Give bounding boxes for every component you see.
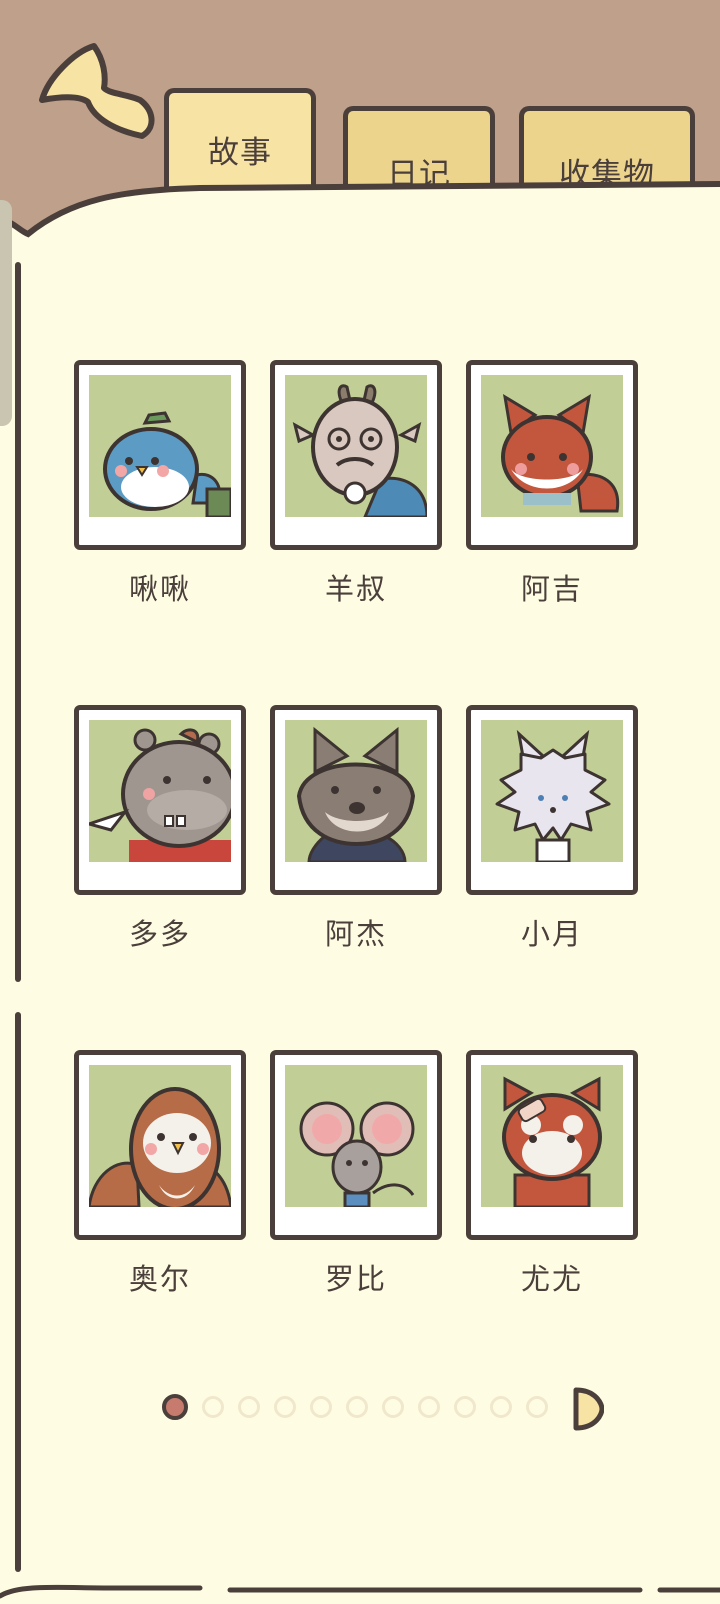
photo-frame <box>466 1050 638 1240</box>
page-dot[interactable] <box>490 1396 512 1418</box>
left-scroll-tab[interactable] <box>0 200 12 426</box>
character-name: 罗比 <box>324 1262 387 1296</box>
photo-frame <box>74 360 246 550</box>
character-name: 多多 <box>128 917 191 951</box>
character-card[interactable]: 阿吉 <box>466 360 638 608</box>
page-dot[interactable] <box>526 1396 548 1418</box>
photo-frame <box>74 705 246 895</box>
character-card[interactable]: 奥尔 <box>74 1050 246 1298</box>
photo-frame <box>270 705 442 895</box>
tab-story-label: 故事 <box>208 135 272 171</box>
character-card[interactable]: 羊叔 <box>270 360 442 608</box>
page-dot[interactable] <box>310 1396 332 1418</box>
photo-frame <box>466 705 638 895</box>
photo-frame <box>74 1050 246 1240</box>
character-name: 啾啾 <box>128 572 191 606</box>
tab-story[interactable]: 故事 <box>164 88 316 198</box>
tab-diary[interactable]: 日记 <box>343 106 495 196</box>
character-card[interactable]: 尤尤 <box>466 1050 638 1298</box>
character-card[interactable]: 罗比 <box>270 1050 442 1298</box>
white-dog-icon <box>481 720 623 862</box>
photo-frame <box>466 360 638 550</box>
owl-icon <box>89 1065 231 1207</box>
character-name: 阿吉 <box>520 572 583 606</box>
wolf-icon <box>285 720 427 862</box>
blue-bird-icon <box>89 375 231 517</box>
page-spine-line <box>15 1012 21 1572</box>
page-indicator <box>162 1392 562 1422</box>
character-name: 尤尤 <box>520 1262 583 1296</box>
character-name: 羊叔 <box>324 572 387 606</box>
page-dot[interactable] <box>202 1396 224 1418</box>
fox-icon <box>481 375 623 517</box>
page-dot[interactable] <box>274 1396 296 1418</box>
page-dot[interactable] <box>454 1396 476 1418</box>
page-dot-active[interactable] <box>162 1394 188 1420</box>
back-arrow-icon[interactable] <box>34 38 162 150</box>
page-dot[interactable] <box>346 1396 368 1418</box>
character-card[interactable]: 小月 <box>466 705 638 953</box>
character-card[interactable]: 阿杰 <box>270 705 442 953</box>
character-card[interactable]: 多多 <box>74 705 246 953</box>
tab-collection-label: 收集物 <box>559 157 655 193</box>
tab-diary-label: 日记 <box>387 157 451 193</box>
character-card[interactable]: 啾啾 <box>74 360 246 608</box>
next-page-icon[interactable] <box>572 1386 604 1432</box>
character-name: 奥尔 <box>128 1262 191 1296</box>
tab-collection[interactable]: 收集物 <box>519 106 695 196</box>
red-panda-icon <box>481 1065 623 1207</box>
page-bottom-edge <box>0 1584 720 1599</box>
goat-icon <box>285 375 427 517</box>
character-name: 阿杰 <box>324 917 387 951</box>
photo-frame <box>270 1050 442 1240</box>
page-dot[interactable] <box>418 1396 440 1418</box>
hippo-icon <box>89 720 231 862</box>
character-name: 小月 <box>520 917 583 951</box>
page-dot[interactable] <box>382 1396 404 1418</box>
photo-frame <box>270 360 442 550</box>
page-spine-line <box>15 262 21 982</box>
mouse-icon <box>285 1065 427 1207</box>
page-dot[interactable] <box>238 1396 260 1418</box>
